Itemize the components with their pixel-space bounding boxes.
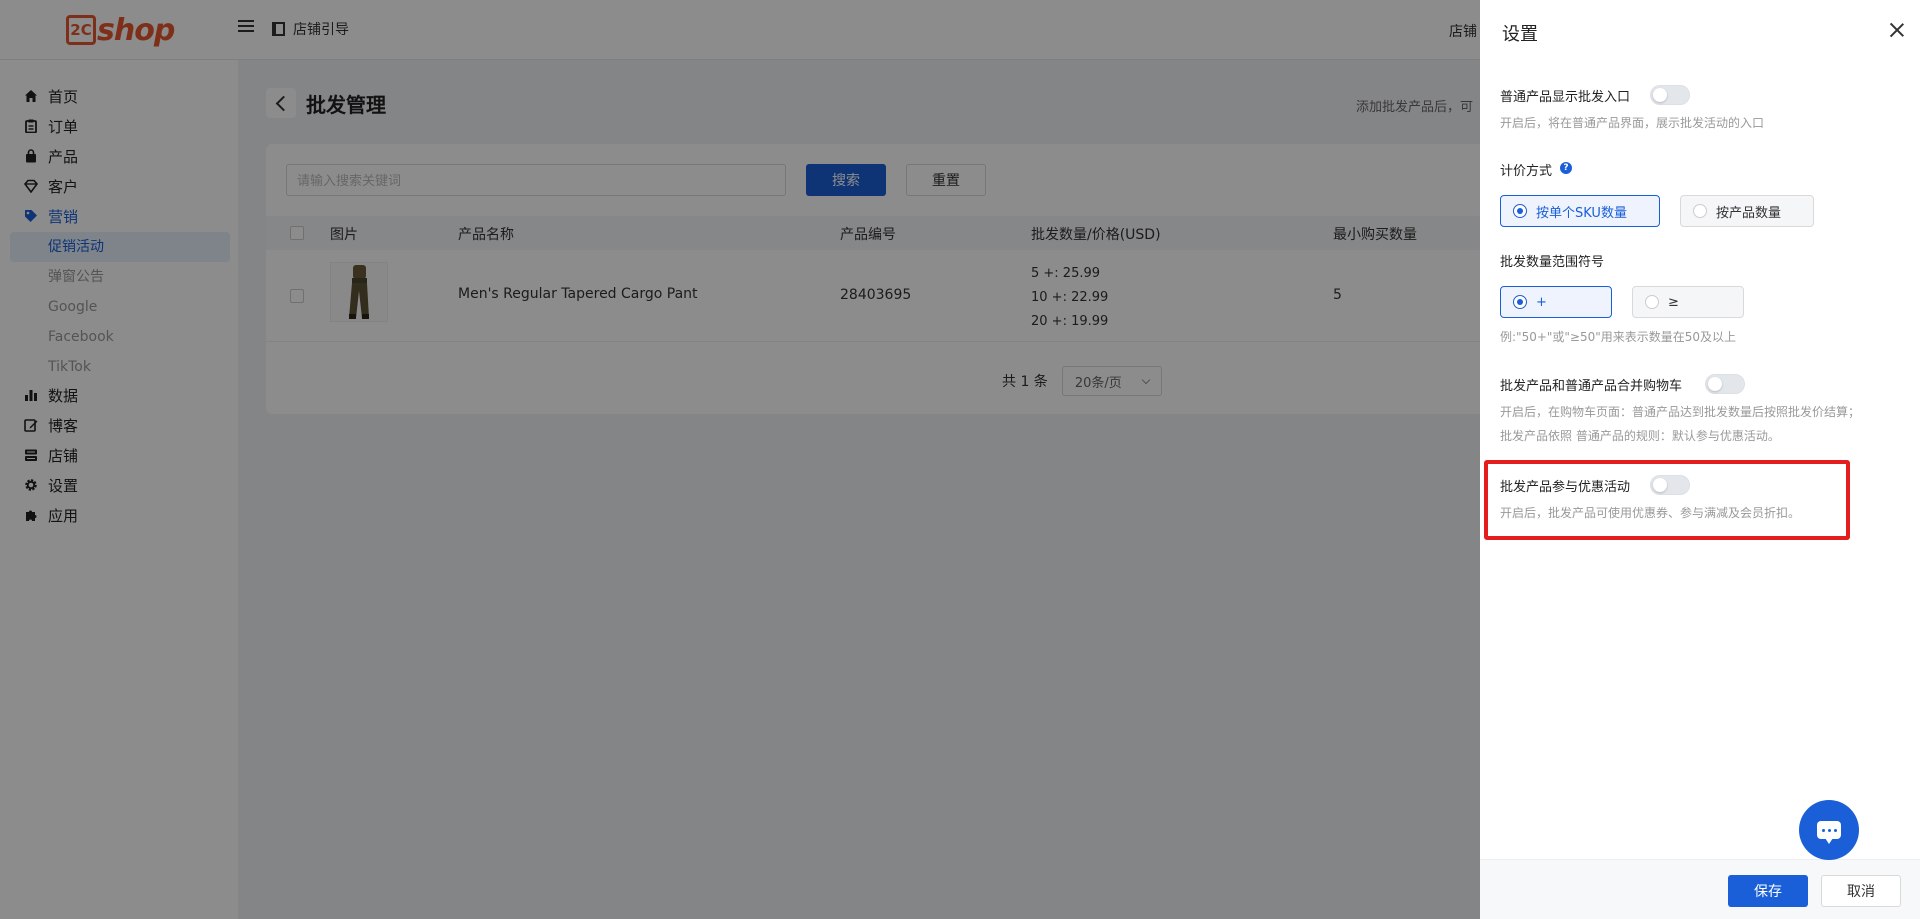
chat-button[interactable] (1799, 800, 1859, 860)
pricing-method-label: 计价方式 (1500, 164, 1553, 179)
pricing-option-product[interactable]: 按产品数量 (1680, 195, 1814, 227)
radio-dot-icon (1513, 295, 1527, 309)
help-icon[interactable]: ? (1560, 162, 1572, 174)
cancel-button[interactable]: 取消 (1821, 875, 1901, 907)
merge-cart-toggle[interactable] (1705, 374, 1745, 394)
range-option-plus[interactable]: + (1500, 286, 1612, 318)
merge-cart-desc-line1: 开启后，在购物车页面：普通产品达到批发数量后按照批发价结算； (1500, 405, 1861, 419)
chat-bubble-icon (1817, 821, 1841, 844)
radio-dot-icon (1513, 204, 1527, 218)
close-icon[interactable] (1887, 20, 1907, 40)
highlight-annotation (1484, 460, 1850, 540)
join-promo-label: 批发产品参与优惠活动 (1500, 480, 1631, 495)
save-button[interactable]: 保存 (1728, 875, 1808, 907)
show-entry-label: 普通产品显示批发入口 (1500, 90, 1631, 105)
range-symbol-example: 例:"50+"或"≥50"用来表示数量在50及以上 (1500, 330, 1737, 344)
radio-dot-icon (1645, 295, 1659, 309)
range-option-gte[interactable]: ≥ (1632, 286, 1744, 318)
radio-dot-icon (1693, 204, 1707, 218)
pricing-option-sku[interactable]: 按单个SKU数量 (1500, 195, 1660, 227)
range-option-label: + (1536, 294, 1547, 310)
range-symbol-label: 批发数量范围符号 (1500, 255, 1605, 270)
settings-drawer: 设置 普通产品显示批发入口 开启后，将在普通产品界面，展示批发活动的入口 计价方… (1480, 0, 1920, 919)
show-entry-desc: 开启后，将在普通产品界面，展示批发活动的入口 (1500, 116, 1765, 130)
join-promo-desc: 开启后，批发产品可使用优惠券、参与满减及会员折扣。 (1500, 506, 1801, 520)
drawer-title: 设置 (1502, 24, 1538, 45)
range-option-label: ≥ (1668, 294, 1679, 310)
show-entry-toggle[interactable] (1650, 85, 1690, 105)
merge-cart-label: 批发产品和普通产品合并购物车 (1500, 379, 1683, 394)
join-promo-toggle[interactable] (1650, 475, 1690, 495)
pricing-option-label: 按单个SKU数量 (1536, 205, 1627, 221)
merge-cart-desc-line2: 批发产品依照 普通产品的规则：默认参与优惠活动。 (1500, 429, 1780, 443)
pricing-option-label: 按产品数量 (1716, 205, 1782, 221)
drawer-footer: 保存 取消 (1480, 859, 1920, 919)
